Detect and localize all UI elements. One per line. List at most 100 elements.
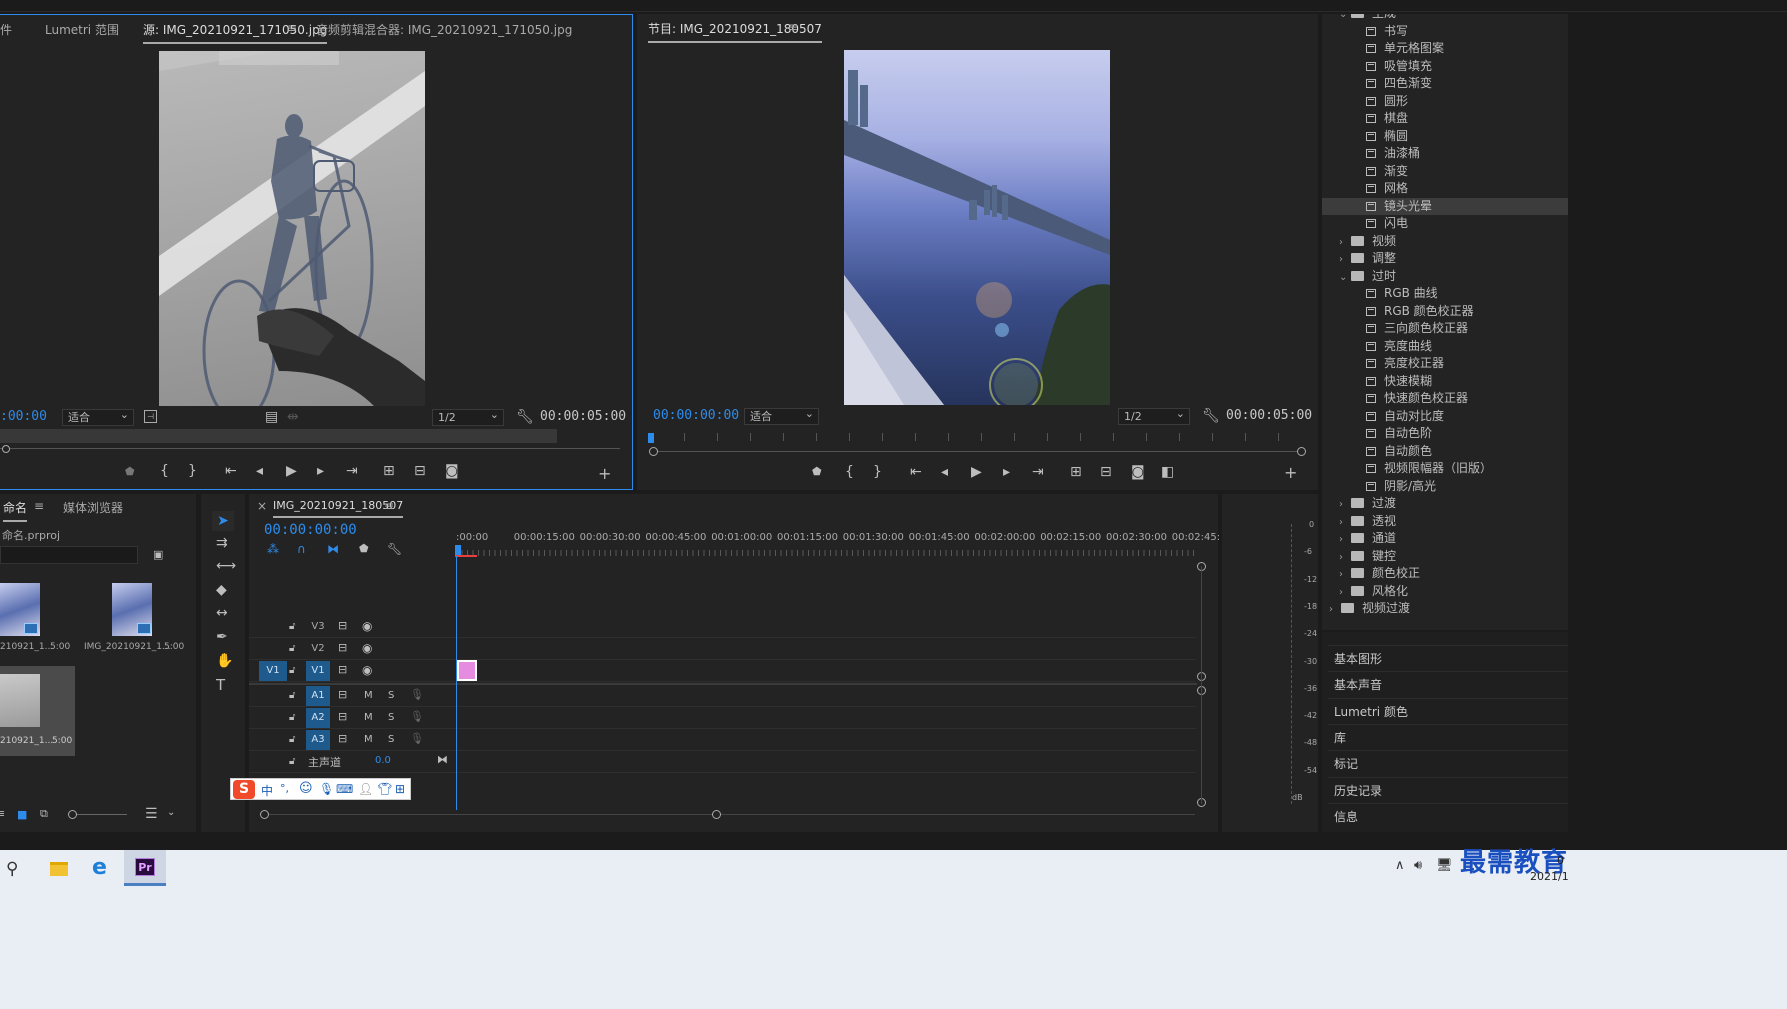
- drag-video-icon[interactable]: ▤: [265, 410, 278, 424]
- solo-button[interactable]: S: [388, 733, 394, 747]
- tab-lumetri-scopes[interactable]: Lumetri 范围: [45, 21, 119, 38]
- program-mark-out-icon[interactable]: }: [873, 465, 882, 479]
- effect-item[interactable]: 自动色阶: [1322, 425, 1568, 443]
- tab-partial[interactable]: 件: [0, 21, 12, 38]
- sync-lock-icon[interactable]: ⊟: [338, 710, 347, 724]
- sync-lock-icon[interactable]: ⊟: [338, 663, 347, 677]
- mark-in-icon[interactable]: {: [160, 464, 169, 478]
- effect-item[interactable]: 自动颜色: [1322, 443, 1568, 461]
- panel-header[interactable]: Lumetri 颜色: [1328, 697, 1568, 724]
- zoom-slider[interactable]: [72, 814, 127, 815]
- effect-item[interactable]: 单元格图案: [1322, 40, 1568, 58]
- program-ruler[interactable]: [651, 433, 1303, 441]
- program-step-back-icon[interactable]: ◂: [941, 465, 948, 479]
- go-to-in-icon[interactable]: ⇤: [225, 464, 237, 478]
- ime-mode[interactable]: 中: [261, 782, 273, 799]
- video-clip[interactable]: [457, 660, 477, 681]
- effect-item[interactable]: 快速模糊: [1322, 373, 1568, 391]
- track-label[interactable]: V2: [306, 639, 330, 659]
- tab-source[interactable]: 源: IMG_20210921_171050.jpg: [143, 21, 328, 44]
- source-timecode[interactable]: :00:00: [0, 409, 47, 424]
- effect-item[interactable]: 闪电: [1322, 215, 1568, 233]
- effect-item[interactable]: 圆形: [1322, 93, 1568, 111]
- overwrite-icon[interactable]: ⊟: [414, 464, 426, 478]
- program-export-frame-icon[interactable]: ◙: [1131, 465, 1145, 479]
- effect-item[interactable]: 亮度曲线: [1322, 338, 1568, 356]
- effect-item[interactable]: RGB 曲线: [1322, 285, 1568, 303]
- hand-tool-icon[interactable]: ✋: [216, 654, 233, 668]
- mute-button[interactable]: M: [364, 689, 373, 703]
- skin-icon[interactable]: 👕︎: [377, 782, 392, 796]
- chevron-right-icon[interactable]: ›: [1339, 514, 1351, 532]
- vertical-scroll-track[interactable]: [1201, 566, 1202, 804]
- sync-lock-icon[interactable]: ⊟: [338, 619, 347, 633]
- source-resolution-dropdown[interactable]: 1/2: [432, 407, 504, 426]
- timeline-close-icon[interactable]: ×: [257, 499, 267, 513]
- project-search-input[interactable]: [0, 546, 138, 564]
- chevron-right-icon[interactable]: ›: [1339, 531, 1351, 549]
- project-item-selected[interactable]: 210921_1... 5:00: [0, 666, 75, 756]
- microphone-icon[interactable]: 🎙︎: [410, 710, 424, 724]
- tab-audio-clip-mixer[interactable]: 音频剪辑混合器: IMG_20210921_171050.jpg: [316, 21, 572, 38]
- ripple-edit-tool-icon[interactable]: ⟷: [216, 559, 236, 573]
- source-playhead-handle[interactable]: [2, 445, 10, 453]
- export-frame-icon[interactable]: ◙: [445, 464, 459, 478]
- solo-button[interactable]: S: [388, 711, 394, 725]
- timeline-menu-icon[interactable]: ≡: [384, 499, 394, 513]
- effect-item[interactable]: 快速颜色校正器: [1322, 390, 1568, 408]
- step-forward-icon[interactable]: ▸: [317, 464, 324, 478]
- volume-icon[interactable]: 🔊︎: [1414, 858, 1422, 873]
- tab-project[interactable]: 命名: [3, 499, 28, 522]
- timeline-add-marker-icon[interactable]: ⬟: [359, 542, 369, 556]
- effect-item[interactable]: 书写: [1322, 23, 1568, 41]
- source-patch-v1[interactable]: V1: [259, 661, 287, 681]
- insert-icon[interactable]: ⊞: [383, 464, 395, 478]
- mute-button[interactable]: M: [364, 733, 373, 747]
- extract-icon[interactable]: ⊟: [1100, 465, 1112, 479]
- slip-tool-icon[interactable]: ↔: [216, 606, 228, 620]
- project-item[interactable]: 210921_1... 5:00: [0, 577, 72, 657]
- sync-lock-icon[interactable]: ⊟: [338, 688, 347, 702]
- chevron-right-icon[interactable]: ›: [1339, 251, 1351, 269]
- add-marker-icon[interactable]: ⬟: [125, 465, 135, 479]
- effect-item[interactable]: RGB 颜色校正器: [1322, 303, 1568, 321]
- horizontal-scroll-left-handle[interactable]: [260, 810, 269, 819]
- effects-folder[interactable]: › 视频: [1322, 233, 1568, 251]
- tab-media-browser[interactable]: 媒体浏览器: [63, 499, 123, 516]
- program-mark-in-icon[interactable]: {: [845, 465, 854, 479]
- chevron-down-icon[interactable]: ⌄: [1339, 269, 1351, 287]
- effects-folder[interactable]: › 通道: [1322, 530, 1568, 548]
- playhead-line[interactable]: [456, 556, 457, 810]
- program-scrub-left-handle[interactable]: [649, 447, 658, 456]
- effect-item[interactable]: 镜头光晕: [1322, 197, 1568, 215]
- nest-toggle-icon[interactable]: ⁂: [267, 542, 279, 556]
- sync-lock-icon[interactable]: ⊟: [338, 641, 347, 655]
- effect-item[interactable]: 渐变: [1322, 163, 1568, 181]
- source-fit-dropdown[interactable]: 适合: [62, 407, 134, 426]
- selection-tool-icon[interactable]: ➤: [212, 511, 234, 531]
- source-zoom-bar[interactable]: [0, 429, 557, 443]
- program-playhead-marker[interactable]: [648, 433, 654, 443]
- lock-icon[interactable]: 🔓︎: [289, 620, 295, 634]
- lock-icon[interactable]: 🔓︎: [289, 642, 295, 656]
- horizontal-scroll-right-handle[interactable]: [712, 810, 721, 819]
- program-settings-wrench-icon[interactable]: 🔧︎: [1202, 409, 1220, 423]
- track-label[interactable]: A2: [306, 708, 330, 728]
- effect-item[interactable]: 油漆桶: [1322, 145, 1568, 163]
- effect-item[interactable]: 椭圆: [1322, 128, 1568, 146]
- ime-punctuation[interactable]: °,: [280, 782, 289, 795]
- program-resolution-dropdown[interactable]: 1/2: [1118, 406, 1190, 425]
- lock-icon[interactable]: 🔓︎: [289, 664, 295, 678]
- program-add-button-icon[interactable]: +: [1284, 465, 1297, 481]
- effect-item[interactable]: 亮度校正器: [1322, 355, 1568, 373]
- source-menu-icon[interactable]: ≡: [287, 21, 297, 35]
- microphone-icon[interactable]: 🎙︎: [410, 732, 424, 746]
- search-icon[interactable]: ⚲: [6, 859, 18, 879]
- lock-icon[interactable]: 🔓︎: [289, 733, 295, 747]
- eye-icon[interactable]: ◉: [362, 663, 372, 677]
- snap-icon[interactable]: ∩: [297, 542, 306, 556]
- effect-item[interactable]: 四色渐变: [1322, 75, 1568, 93]
- effects-folder[interactable]: › 键控: [1322, 548, 1568, 566]
- zoom-slider-handle[interactable]: [68, 810, 77, 819]
- mark-out-icon[interactable]: }: [188, 464, 197, 478]
